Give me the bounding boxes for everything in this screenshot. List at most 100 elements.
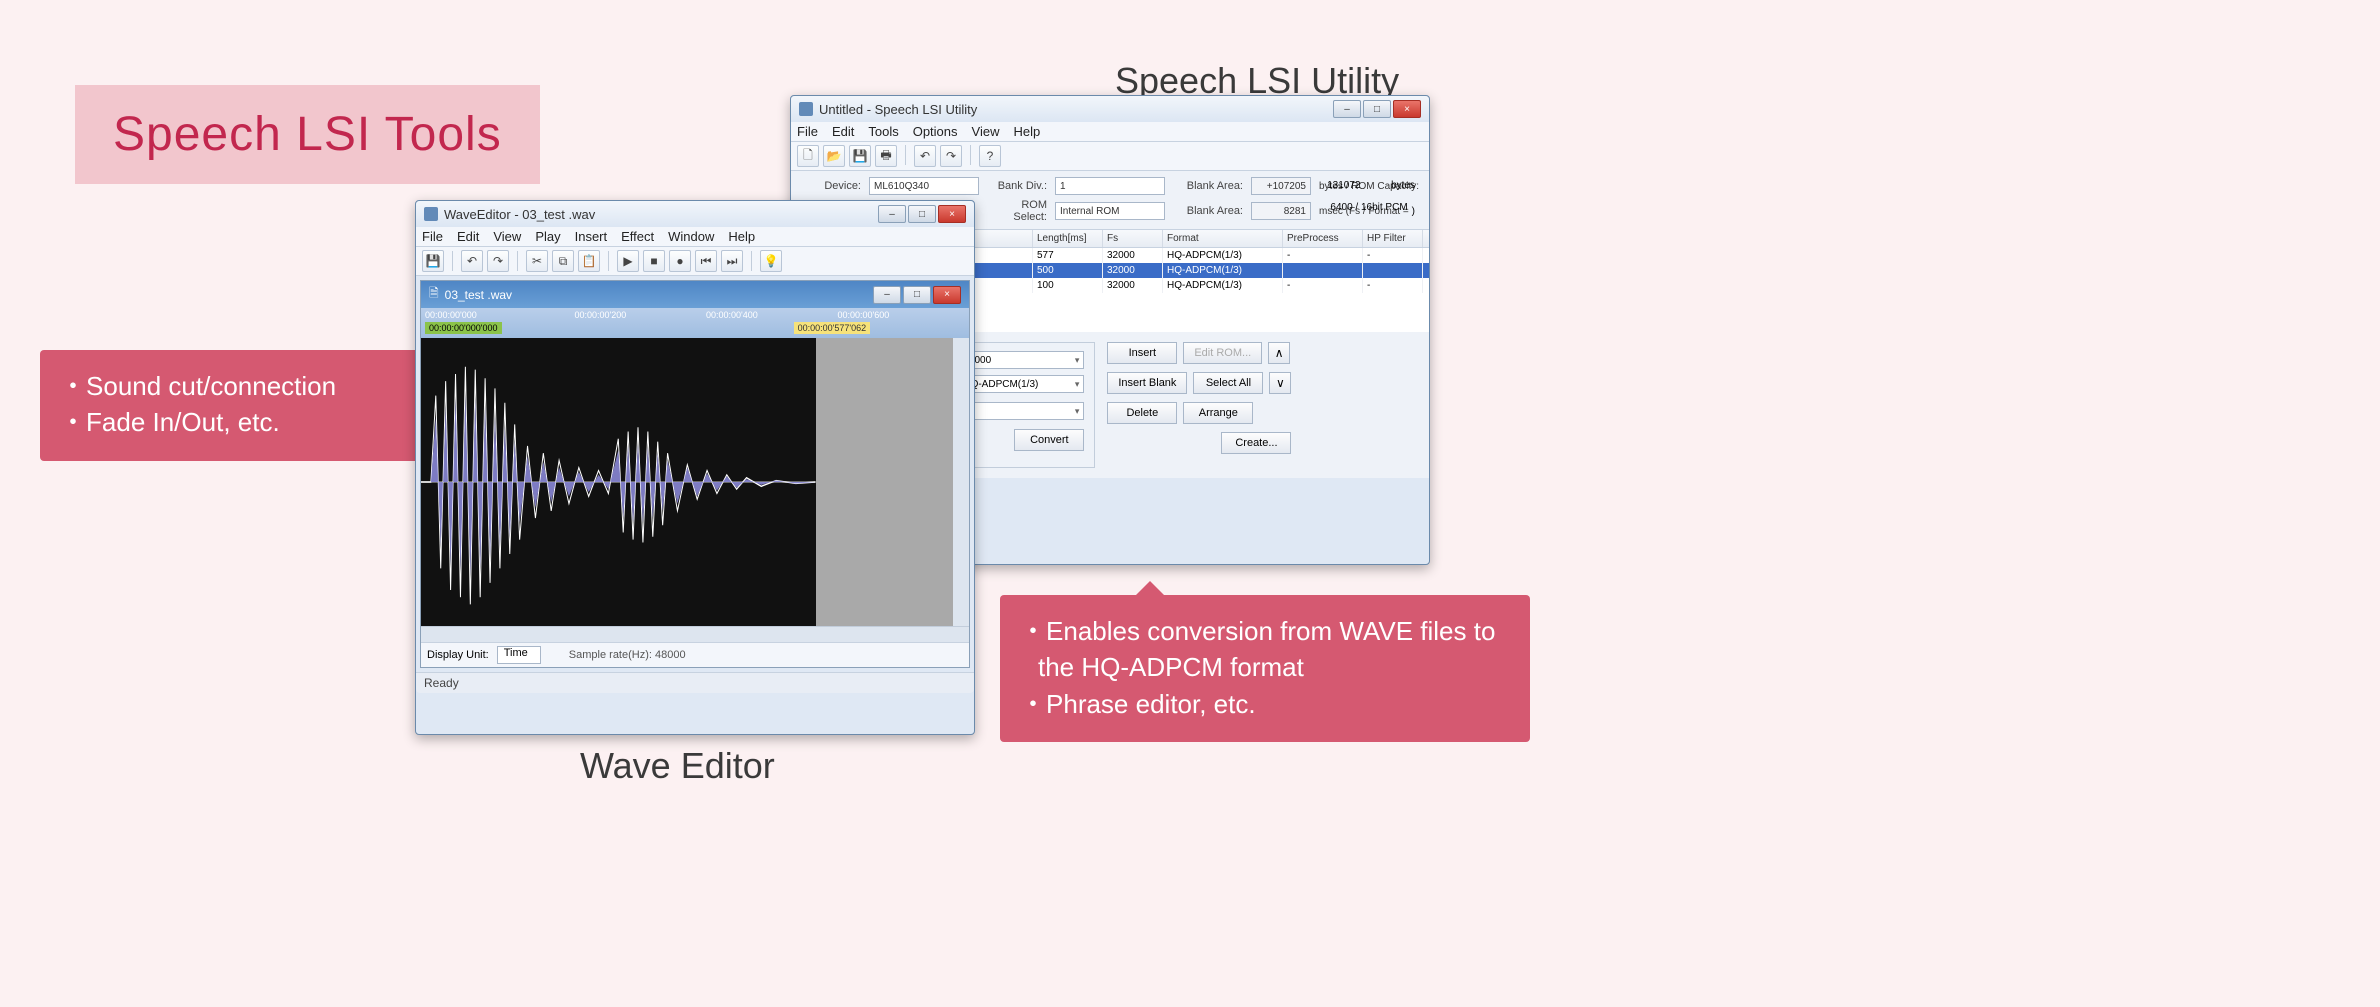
callout-wave-item: Fade In/Out, etc. [60,404,396,440]
bytes-unit: bytes [1391,180,1415,191]
edit-rom-button[interactable]: Edit ROM... [1183,342,1262,364]
menu-insert[interactable]: Insert [575,229,608,244]
maximize-button[interactable]: □ [908,205,936,223]
callout-util-item: Phrase editor, etc. [1020,686,1506,722]
menu-edit[interactable]: Edit [832,124,854,139]
menu-options[interactable]: Options [913,124,958,139]
play-icon[interactable]: ▶ [617,250,639,272]
step-down-button[interactable]: ∨ [1269,372,1291,394]
filter-select[interactable]: ▾ [958,402,1084,420]
app-icon [799,102,813,116]
display-unit-select[interactable]: Time [497,646,541,664]
ruler-mark: 00:00:00'200 [574,310,626,320]
separator [517,251,518,271]
separator [608,251,609,271]
sample-rate-label: Sample rate(Hz): 48000 [569,649,686,661]
select-all-button[interactable]: Select All [1193,372,1263,394]
menu-edit[interactable]: Edit [457,229,479,244]
save-icon[interactable]: 💾 [849,145,871,167]
help-icon[interactable]: ? [979,145,1001,167]
help-icon[interactable]: 💡 [760,250,782,272]
col-format[interactable]: Format [1163,230,1283,247]
col-fs[interactable]: Fs [1103,230,1163,247]
insert-blank-button[interactable]: Insert Blank [1107,372,1187,394]
wave-doc-title: 03_test .wav [445,288,512,302]
rewind-icon[interactable]: ⏮ [695,250,717,272]
util-menubar: File Edit Tools Options View Help [791,122,1429,142]
menu-help[interactable]: Help [728,229,755,244]
menu-effect[interactable]: Effect [621,229,654,244]
convert-button[interactable]: Convert [1014,429,1084,451]
end-marker[interactable]: 00:00:00'577'062 [794,322,871,334]
menu-help[interactable]: Help [1013,124,1040,139]
title-text: Speech LSI Tools [113,107,502,162]
ruler-mark: 00:00:00'000 [425,310,477,320]
arrange-button[interactable]: Arrange [1183,402,1253,424]
menu-play[interactable]: Play [535,229,560,244]
print-icon[interactable]: 🖶 [875,145,897,167]
bankdiv-select[interactable]: 1 [1055,177,1165,195]
bankdiv-label: Bank Div.: [987,180,1047,192]
menu-file[interactable]: File [797,124,818,139]
start-marker[interactable]: 00:00:00'000'000 [425,322,502,334]
menu-file[interactable]: File [422,229,443,244]
step-up-button[interactable]: ∧ [1268,342,1290,364]
device-label: Device: [801,180,861,192]
col-preprocess[interactable]: PreProcess [1283,230,1363,247]
romselect-select[interactable]: Internal ROM [1055,202,1165,220]
minimize-button[interactable]: – [1333,100,1361,118]
rom-capacity-value: 131072 [1327,180,1387,191]
doc-minimize-button[interactable]: – [873,286,901,304]
menu-tools[interactable]: Tools [868,124,898,139]
doc-maximize-button[interactable]: □ [903,286,931,304]
save-icon[interactable]: 💾 [422,250,444,272]
stop-icon[interactable]: ■ [643,250,665,272]
redo-icon[interactable]: ↷ [487,250,509,272]
forward-icon[interactable]: ⏭ [721,250,743,272]
doc-close-button[interactable]: × [933,286,961,304]
col-hpfilter[interactable]: HP Filter [1363,230,1423,247]
caption-wave-editor: Wave Editor [580,745,775,787]
maximize-button[interactable]: □ [1363,100,1391,118]
delete-button[interactable]: Delete [1107,402,1177,424]
fs-format-button[interactable]: 6400 / 16bit PCM [1330,202,1407,220]
callout-util: Enables conversion from WAVE files to th… [1000,595,1530,742]
ruler-mark: 00:00:00'400 [706,310,758,320]
app-icon [424,207,438,221]
cut-icon[interactable]: ✂ [526,250,548,272]
format-select[interactable]: HQ-ADPCM(1/3)▾ [958,375,1084,393]
redo-icon[interactable]: ↷ [940,145,962,167]
record-icon[interactable]: ● [669,250,691,272]
fs-select[interactable]: 32000▾ [958,351,1084,369]
menu-view[interactable]: View [972,124,1000,139]
util-titlebar[interactable]: Untitled - Speech LSI Utility – □ × [791,96,1429,122]
minimize-button[interactable]: – [878,205,906,223]
menu-view[interactable]: View [493,229,521,244]
undo-icon[interactable]: ↶ [461,250,483,272]
close-button[interactable]: × [938,205,966,223]
new-icon[interactable]: 🗋 [797,145,819,167]
col-length[interactable]: Length[ms] [1033,230,1103,247]
undo-icon[interactable]: ↶ [914,145,936,167]
util-title: Untitled - Speech LSI Utility [819,102,977,117]
document-icon: 🗎 [429,284,439,305]
wave-titlebar[interactable]: WaveEditor - 03_test .wav – □ × [416,201,974,227]
vertical-scrollbar[interactable] [953,338,969,626]
insert-button[interactable]: Insert [1107,342,1177,364]
wave-doc-titlebar[interactable]: 🗎 03_test .wav – □ × [421,281,969,308]
time-ruler[interactable]: 00:00:00'000 00:00:00'200 00:00:00'400 0… [421,308,969,338]
ruler-mark: 00:00:00'600 [837,310,889,320]
wave-statusbar: Ready [416,672,974,693]
copy-icon[interactable]: ⧉ [552,250,574,272]
open-icon[interactable]: 📂 [823,145,845,167]
close-button[interactable]: × [1393,100,1421,118]
paste-icon[interactable]: 📋 [578,250,600,272]
waveform-display[interactable] [421,338,969,626]
separator [970,145,971,165]
title-banner: Speech LSI Tools [75,85,540,184]
horizontal-scrollbar[interactable] [421,626,969,642]
wave-document: 🗎 03_test .wav – □ × 00:00:00'000 00:00:… [420,280,970,668]
create-button[interactable]: Create... [1221,432,1291,454]
device-select[interactable]: ML610Q340 [869,177,979,195]
menu-window[interactable]: Window [668,229,714,244]
